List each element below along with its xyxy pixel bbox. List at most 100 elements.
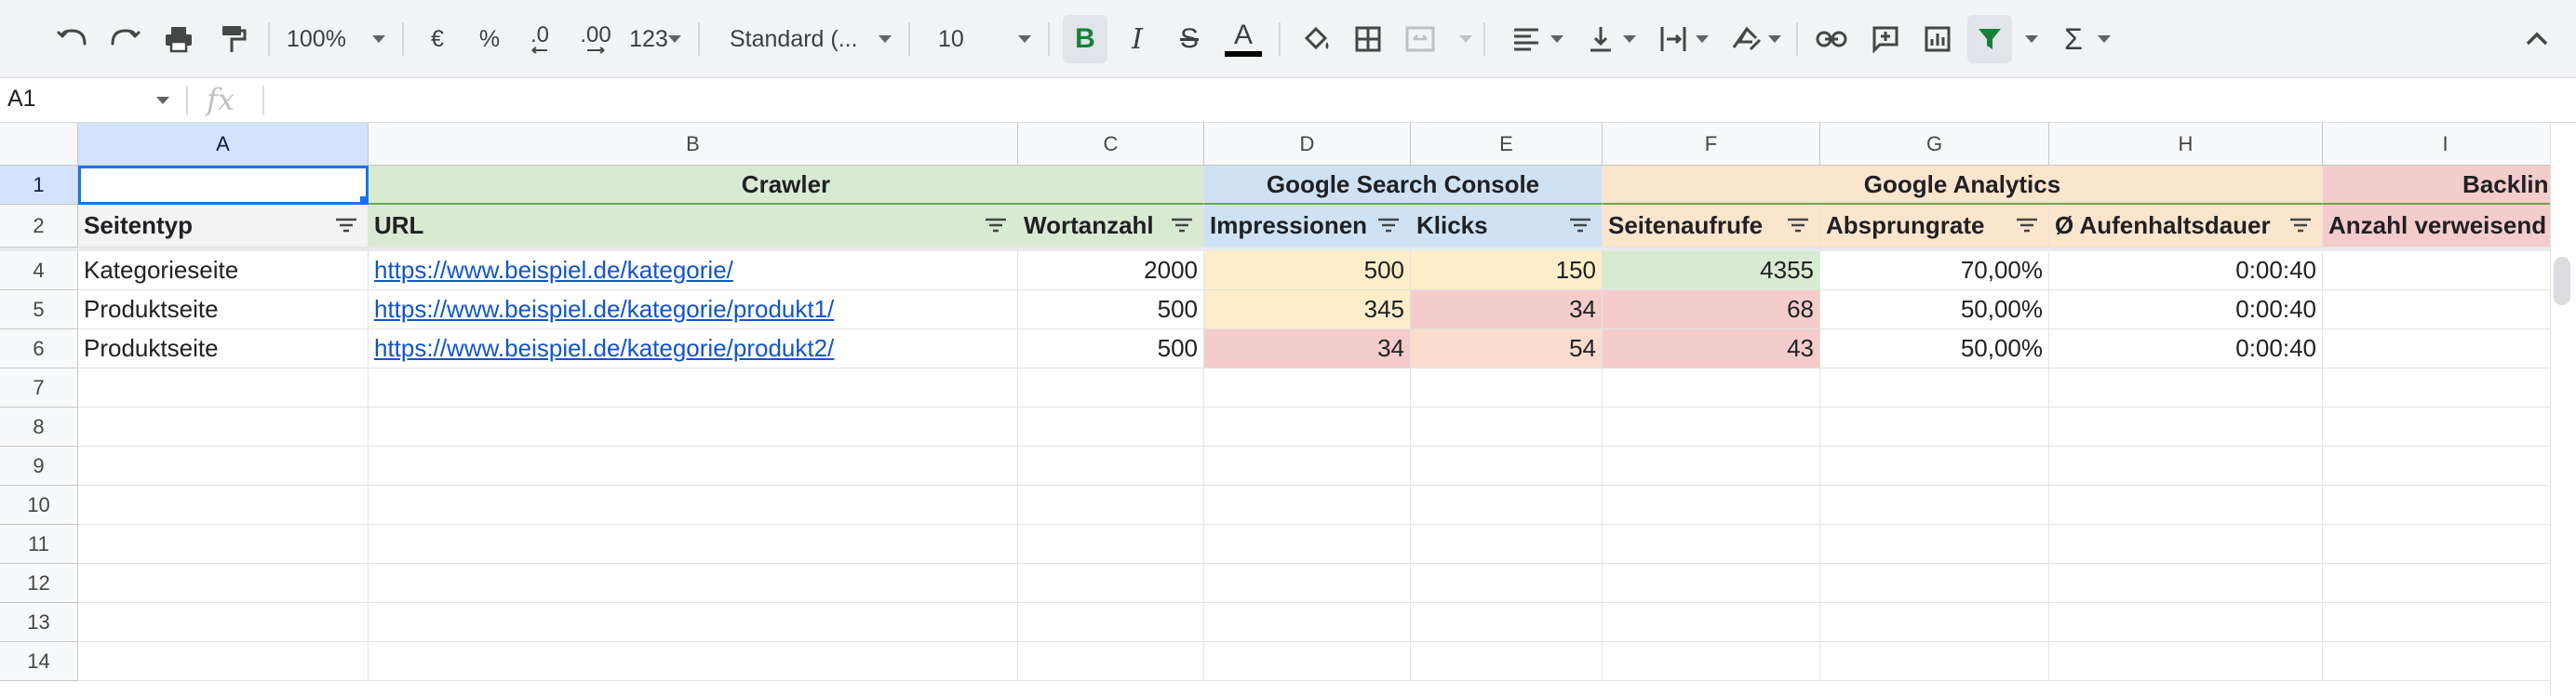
empty-cell[interactable] (2323, 564, 2569, 603)
strikethrough-button[interactable]: S (1167, 15, 1212, 63)
row-header-9[interactable]: 9 (0, 447, 78, 486)
vertical-scrollbar[interactable] (2550, 123, 2576, 696)
column-header-d[interactable]: D (1204, 123, 1411, 166)
name-box[interactable]: A1 (7, 86, 36, 113)
row-header-8[interactable]: 8 (0, 408, 78, 447)
column-header-h[interactable]: H (2049, 123, 2323, 166)
table-cell-impressionen[interactable]: 500 (1204, 251, 1411, 290)
empty-cell[interactable] (2049, 525, 2323, 564)
empty-cell[interactable] (1820, 447, 2049, 486)
empty-cell[interactable] (78, 408, 369, 447)
insert-link-icon[interactable] (1809, 15, 1854, 63)
print-icon[interactable] (158, 15, 199, 63)
empty-cell[interactable] (1411, 525, 1603, 564)
empty-cell[interactable] (1411, 603, 1603, 642)
filter-button-icon[interactable] (1376, 216, 1401, 234)
text-wrap-caret-icon[interactable] (1696, 35, 1709, 43)
empty-cell[interactable] (2049, 368, 2323, 408)
table-cell-seitenaufrufe[interactable]: 4355 (1603, 251, 1820, 290)
table-cell-seitentyp[interactable]: Produktseite (78, 290, 369, 329)
cell-a1-selected[interactable] (78, 166, 369, 205)
url-link[interactable]: https://www.beispiel.de/kategorie/produk… (374, 334, 834, 363)
row-header-6[interactable]: 6 (0, 329, 78, 368)
table-cell-aufenthaltsdauer[interactable]: 0:00:40 (2049, 290, 2323, 329)
text-wrap-icon[interactable] (1651, 15, 1696, 63)
table-cell-url[interactable]: https://www.beispiel.de/kategorie/ (369, 251, 1018, 290)
empty-cell[interactable] (1018, 525, 1204, 564)
table-cell-url[interactable]: https://www.beispiel.de/kategorie/produk… (369, 329, 1018, 368)
empty-cell[interactable] (2323, 603, 2569, 642)
empty-cell[interactable] (1820, 368, 2049, 408)
group-header-4[interactable]: Backlink (2323, 166, 2569, 205)
empty-cell[interactable] (369, 642, 1018, 681)
name-box-caret-icon[interactable] (156, 97, 169, 104)
empty-cell[interactable] (1411, 408, 1603, 447)
increase-decimal-button[interactable]: .00 (571, 15, 620, 63)
fill-color-icon[interactable] (1294, 15, 1338, 63)
redo-icon[interactable] (104, 15, 145, 63)
table-cell-seitenaufrufe[interactable]: 43 (1603, 329, 1820, 368)
filter-icon[interactable] (1967, 15, 2012, 63)
functions-button[interactable]: Σ (2053, 15, 2094, 63)
text-rotation-caret-icon[interactable] (1768, 35, 1781, 43)
empty-cell[interactable] (2049, 486, 2323, 525)
empty-cell[interactable] (1018, 642, 1204, 681)
font-family-caret-icon[interactable] (879, 35, 892, 43)
functions-caret-icon[interactable] (2098, 35, 2111, 43)
vertical-align-caret-icon[interactable] (1623, 35, 1636, 43)
row-header-12[interactable]: 12 (0, 564, 78, 603)
filter-button-icon[interactable] (2015, 216, 2039, 234)
empty-cell[interactable] (2323, 525, 2569, 564)
empty-cell[interactable] (78, 564, 369, 603)
filter-button-icon[interactable] (1568, 216, 1592, 234)
table-cell-verweisend[interactable] (2323, 290, 2569, 329)
group-header-2[interactable]: Google Search Console (1204, 166, 1603, 205)
italic-button[interactable]: I (1115, 15, 1160, 63)
empty-cell[interactable] (1204, 408, 1411, 447)
empty-cell[interactable] (2323, 642, 2569, 681)
empty-cell[interactable] (1411, 486, 1603, 525)
empty-cell[interactable] (78, 447, 369, 486)
table-cell-wortanzahl[interactable]: 500 (1018, 290, 1204, 329)
empty-cell[interactable] (78, 368, 369, 408)
table-cell-wortanzahl[interactable]: 2000 (1018, 251, 1204, 290)
scrollbar-thumb[interactable] (2554, 257, 2570, 305)
table-cell-aufenthaltsdauer[interactable]: 0:00:40 (2049, 251, 2323, 290)
empty-cell[interactable] (369, 408, 1018, 447)
borders-icon[interactable] (1346, 15, 1390, 63)
merge-caret-icon[interactable] (1459, 35, 1472, 43)
vertical-align-icon[interactable] (1578, 15, 1623, 63)
percent-format-button[interactable]: % (473, 15, 506, 63)
empty-cell[interactable] (1820, 408, 2049, 447)
empty-cell[interactable] (78, 642, 369, 681)
table-cell-verweisend[interactable] (2323, 251, 2569, 290)
empty-cell[interactable] (2049, 564, 2323, 603)
empty-cell[interactable] (2323, 408, 2569, 447)
row-header-4[interactable]: 4 (0, 251, 78, 290)
filter-button-icon[interactable] (334, 216, 358, 234)
filter-button-icon[interactable] (1170, 216, 1194, 234)
table-cell-absprungrate[interactable]: 50,00% (1820, 329, 2049, 368)
empty-cell[interactable] (1204, 447, 1411, 486)
column-header-f[interactable]: F (1603, 123, 1820, 166)
filter-button-icon[interactable] (1786, 216, 1810, 234)
table-cell-impressionen[interactable]: 345 (1204, 290, 1411, 329)
table-cell-aufenthaltsdauer[interactable]: 0:00:40 (2049, 329, 2323, 368)
table-cell-klicks[interactable]: 34 (1411, 290, 1603, 329)
table-cell-absprungrate[interactable]: 50,00% (1820, 290, 2049, 329)
empty-cell[interactable] (1411, 368, 1603, 408)
empty-cell[interactable] (78, 525, 369, 564)
row-header-1[interactable]: 1 (0, 166, 78, 205)
empty-cell[interactable] (1603, 564, 1820, 603)
empty-cell[interactable] (1603, 408, 1820, 447)
empty-cell[interactable] (78, 486, 369, 525)
empty-cell[interactable] (1603, 486, 1820, 525)
text-color-button[interactable]: A (1219, 15, 1268, 63)
selection-handle[interactable] (358, 194, 366, 202)
table-cell-absprungrate[interactable]: 70,00% (1820, 251, 2049, 290)
column-header-i[interactable]: I (2323, 123, 2569, 166)
column-header-a[interactable]: A (78, 123, 369, 166)
url-link[interactable]: https://www.beispiel.de/kategorie/produk… (374, 295, 834, 324)
empty-cell[interactable] (2049, 447, 2323, 486)
empty-cell[interactable] (369, 447, 1018, 486)
